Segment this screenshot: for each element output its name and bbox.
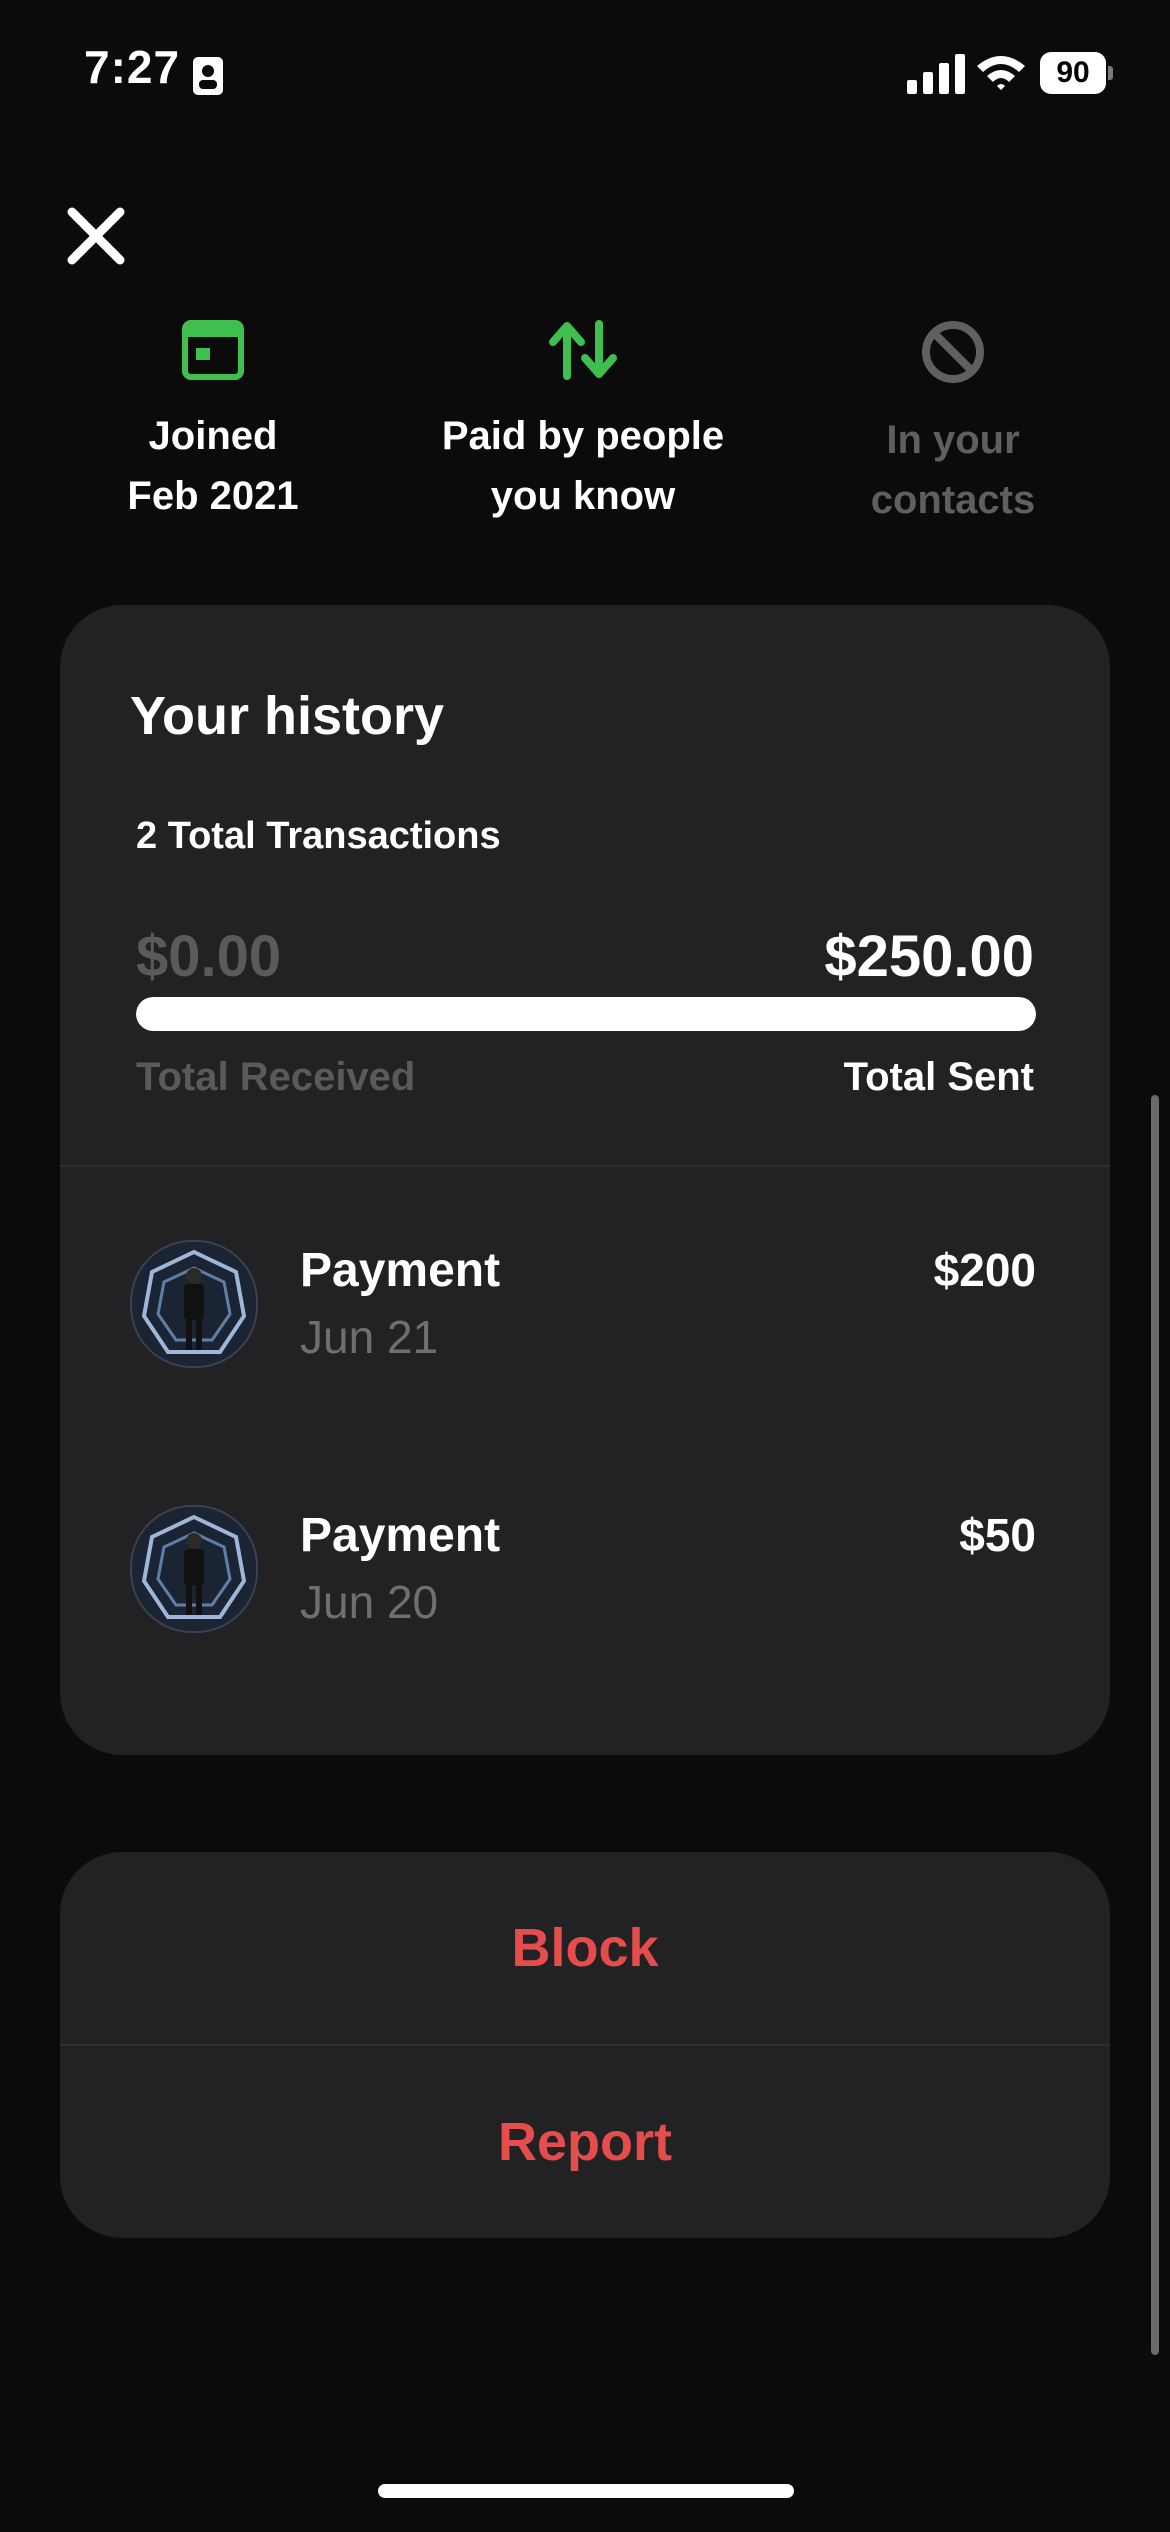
transaction-title: Payment [300, 1509, 501, 1562]
total-transactions: 2 Total Transactions [136, 815, 501, 857]
avatar [130, 1505, 258, 1633]
avatar [130, 1240, 258, 1368]
battery-tip [1108, 66, 1113, 80]
transaction-row[interactable]: Payment Jun 21 $200 [60, 1205, 1110, 1405]
sent-received-bar [136, 997, 1036, 1031]
profile-highlights: Joined Feb 2021 Paid by people you know … [0, 320, 1170, 540]
transaction-date: Jun 20 [300, 1576, 439, 1628]
battery-level: 90 [1040, 52, 1106, 94]
avatar-image [132, 1507, 256, 1631]
total-sent-label: Total Sent [843, 1055, 1034, 1099]
transaction-amount: $200 [933, 1244, 1036, 1296]
highlight-joined: Joined Feb 2021 [33, 320, 393, 526]
history-card: Your history 2 Total Transactions $0.00 … [60, 605, 1110, 1755]
highlight-joined-label: Joined Feb 2021 [127, 414, 299, 518]
blocked-icon [922, 321, 984, 383]
highlight-in-contacts: In your contacts [773, 320, 1133, 530]
highlight-paid-by-people: Paid by people you know [403, 320, 763, 526]
actions-card: Block Report [60, 1852, 1110, 2238]
total-received-amount: $0.00 [136, 924, 282, 989]
sent-share-fill [136, 997, 1036, 1031]
home-indicator[interactable] [378, 2484, 794, 2498]
scrollbar[interactable] [1151, 1095, 1159, 2355]
total-sent-amount: $250.00 [824, 924, 1034, 989]
close-button[interactable] [60, 200, 132, 272]
highlight-contacts-label: In your contacts [870, 418, 1036, 522]
status-time: 7:27 [84, 41, 181, 93]
transfer-arrows-icon [549, 320, 617, 380]
battery-icon: 90 [1040, 52, 1113, 94]
wifi-icon [977, 56, 1025, 90]
transaction-title: Payment [300, 1244, 501, 1297]
divider [60, 1165, 1110, 1167]
status-bar: 7:27 90 [0, 0, 1170, 150]
id-card-icon [193, 57, 223, 95]
avatar-image [132, 1242, 256, 1366]
transaction-amount: $50 [959, 1509, 1036, 1561]
total-received-label: Total Received [136, 1055, 416, 1099]
highlight-paid-label: Paid by people you know [441, 414, 725, 518]
block-button[interactable]: Block [60, 1852, 1110, 2044]
close-icon [67, 207, 125, 265]
transaction-row[interactable]: Payment Jun 20 $50 [60, 1470, 1110, 1670]
transaction-date: Jun 21 [300, 1311, 439, 1363]
calendar-icon [182, 320, 244, 380]
history-title: Your history [130, 686, 445, 746]
cellular-signal-icon [907, 54, 965, 94]
report-button[interactable]: Report [60, 2046, 1110, 2238]
